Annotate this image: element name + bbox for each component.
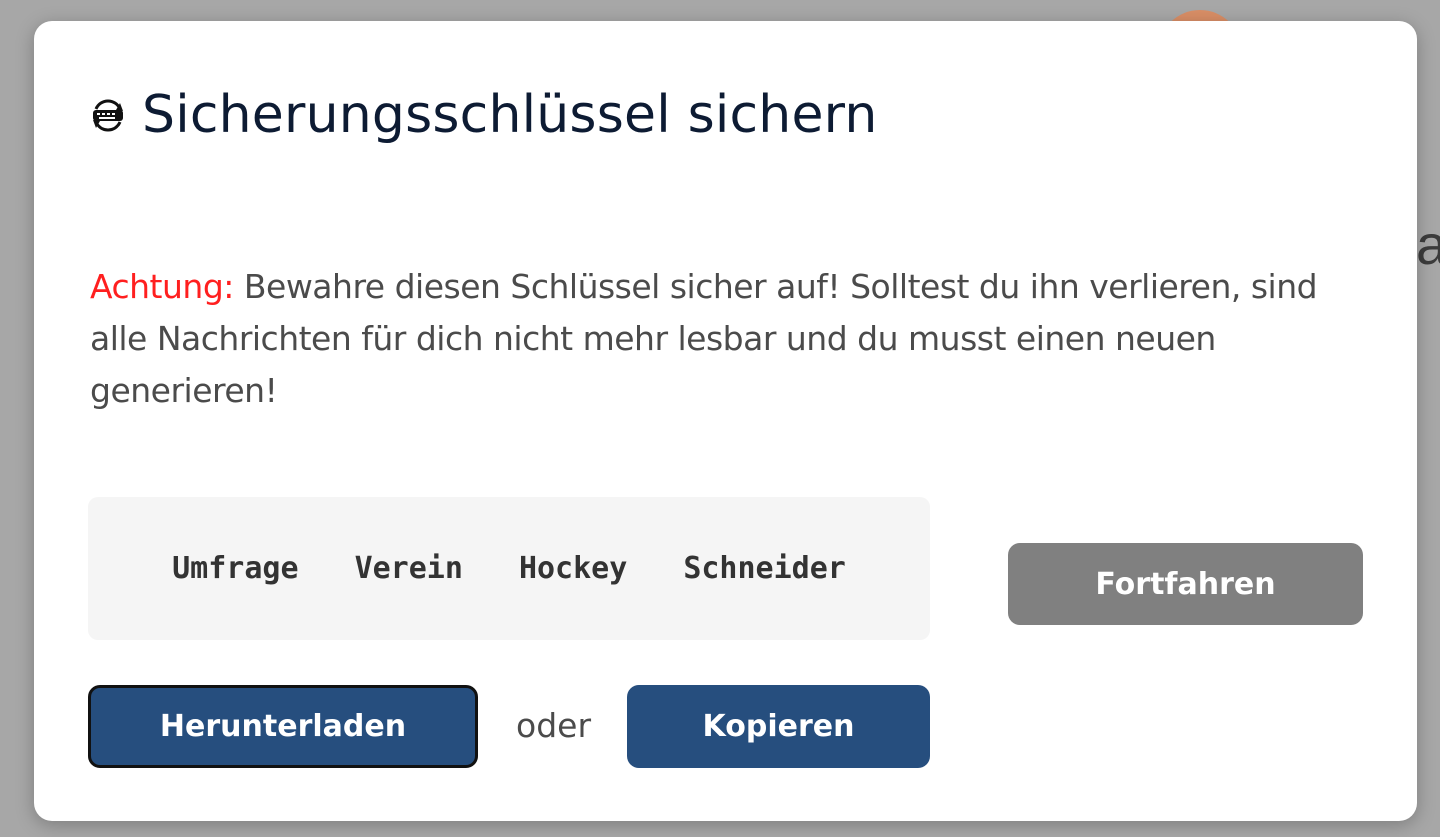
copy-button[interactable]: Kopieren (627, 685, 930, 768)
download-button[interactable]: Herunterladen (88, 685, 478, 768)
warning-text: Bewahre diesen Schlüssel sicher auf! Sol… (90, 267, 1318, 410)
backup-key-display: Umfrage Verein Hockey Schneider (88, 497, 930, 640)
dialog-title: Sicherungsschlüssel sichern (142, 85, 878, 145)
dialog-header: Sicherungsschlüssel sichern (88, 85, 877, 145)
warning-label: Achtung: (90, 267, 234, 306)
or-separator: oder (516, 706, 592, 745)
key-word: Verein (354, 551, 463, 586)
key-word: Hockey (518, 551, 628, 586)
background-text: a (1416, 213, 1440, 276)
key-sync-icon (88, 95, 128, 135)
key-word: Umfrage (172, 551, 299, 586)
continue-button[interactable]: Fortfahren (1008, 543, 1363, 625)
key-word: Schneider (683, 551, 846, 586)
backup-key-dialog: Sicherungsschlüssel sichern Achtung: Bew… (34, 21, 1417, 821)
warning-message: Achtung: Bewahre diesen Schlüssel sicher… (90, 261, 1380, 417)
